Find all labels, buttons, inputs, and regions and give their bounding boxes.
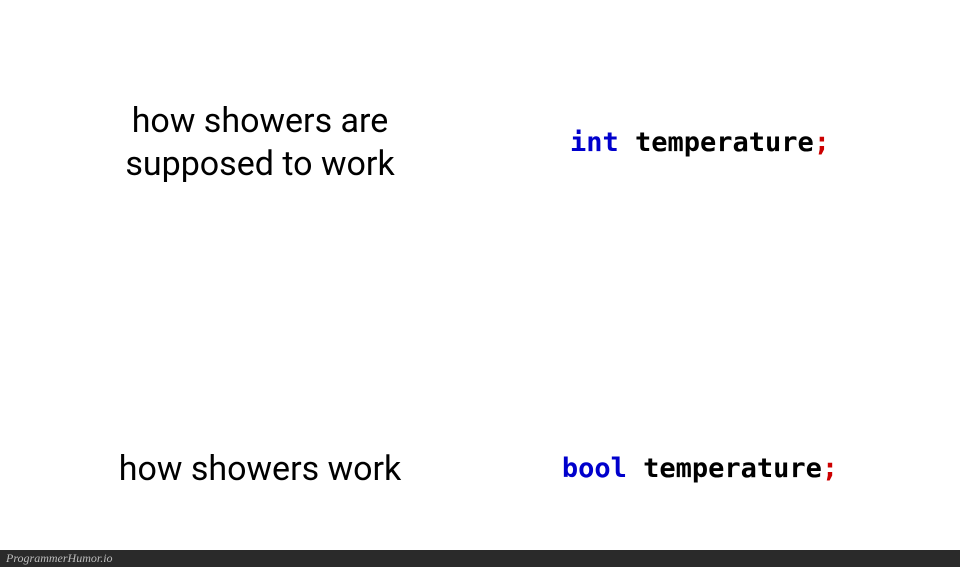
row-expectation: how showers are supposed to work int tem… — [40, 100, 920, 185]
meme-content: how showers are supposed to work int tem… — [0, 0, 960, 550]
code-identifier: temperature — [643, 453, 822, 484]
row-reality: how showers work bool temperature; — [40, 448, 920, 491]
code-semicolon: ; — [814, 127, 830, 158]
code-identifier: temperature — [635, 127, 814, 158]
watermark-text: ProgrammerHumor.io — [6, 551, 113, 566]
watermark-footer: ProgrammerHumor.io — [0, 550, 960, 567]
code-expectation: int temperature; — [480, 127, 920, 158]
code-semicolon: ; — [822, 453, 838, 484]
code-keyword: bool — [562, 453, 627, 484]
code-keyword: int — [570, 127, 619, 158]
caption-expectation: how showers are supposed to work — [40, 100, 480, 185]
code-reality: bool temperature; — [480, 453, 920, 484]
caption-reality: how showers work — [40, 448, 480, 491]
